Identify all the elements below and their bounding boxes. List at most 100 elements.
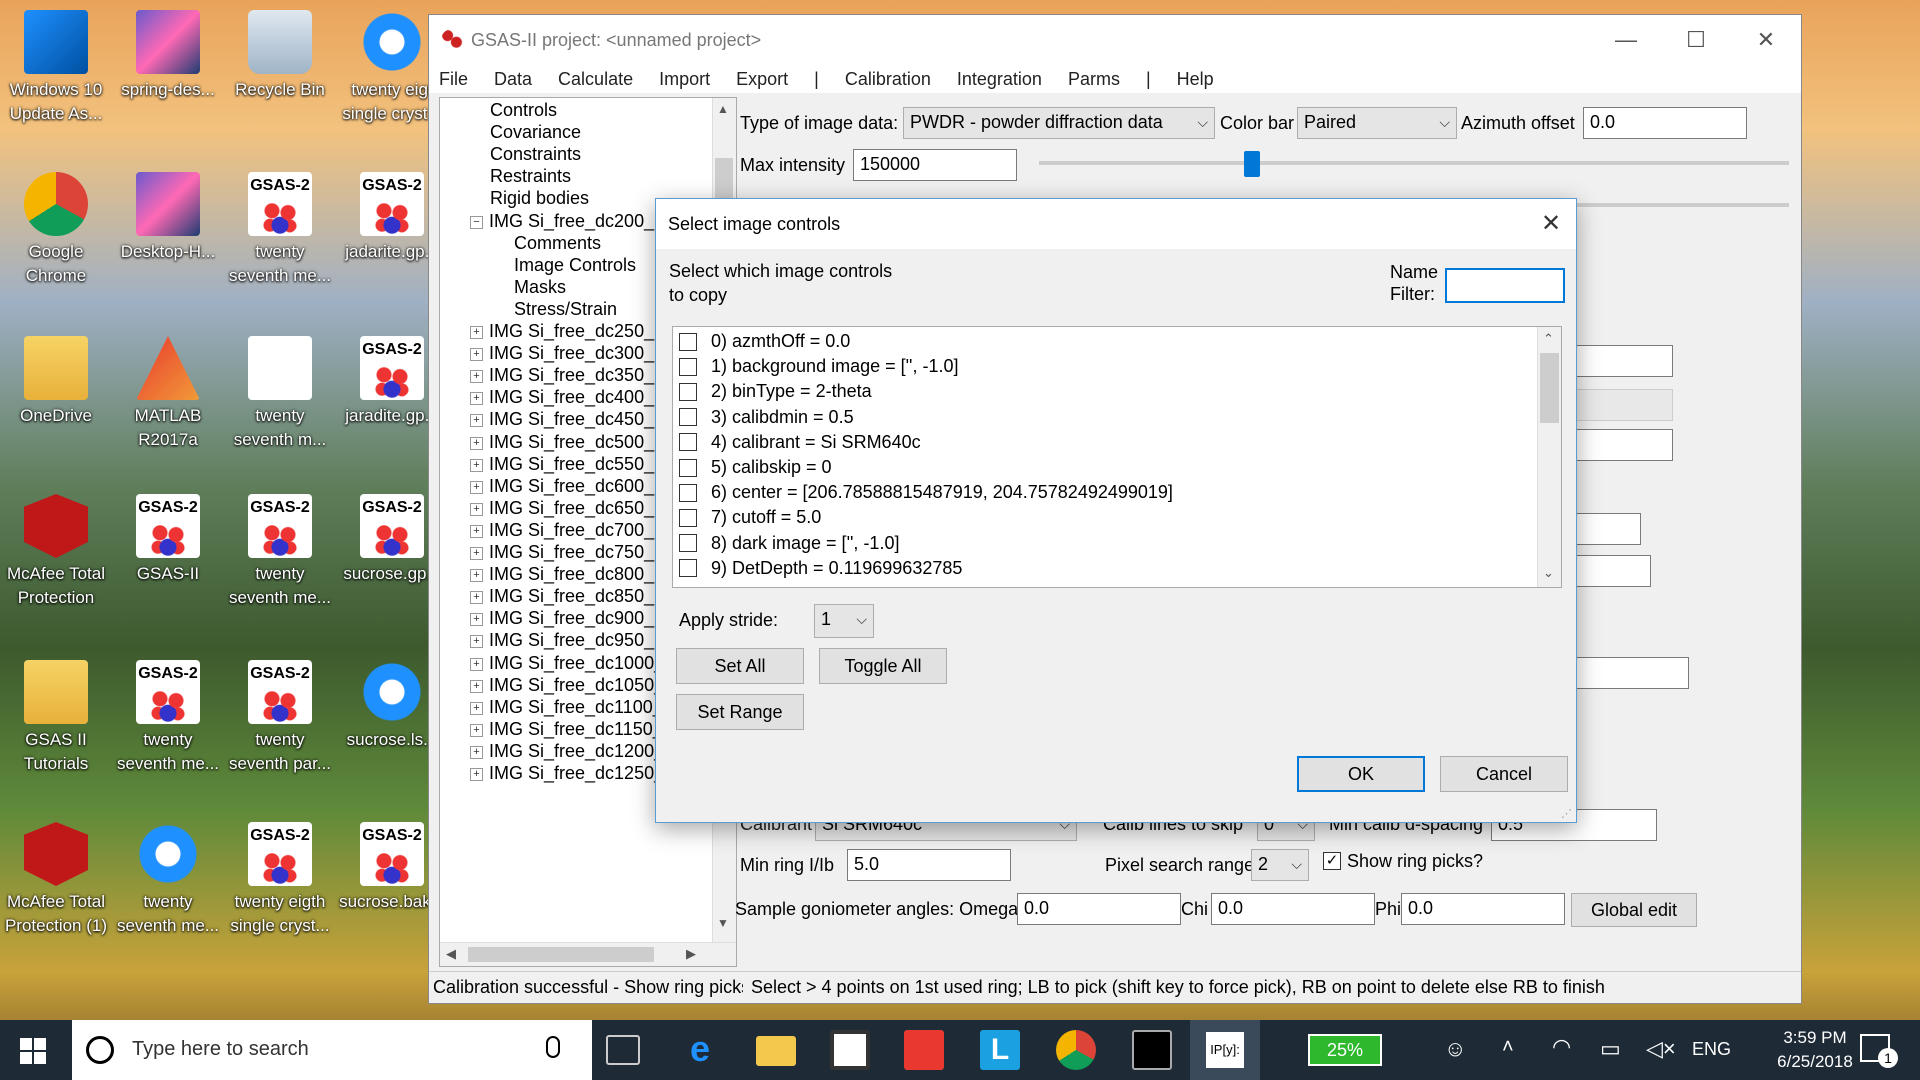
tree-item[interactable]: + IMG Si_free_dc450_1 [470,409,664,430]
expand-icon[interactable]: + [470,635,483,649]
tree-item[interactable]: Masks [514,277,566,298]
tree-item[interactable]: + IMG Si_free_dc950_1 [470,630,664,651]
expand-icon[interactable]: + [470,591,483,605]
checklist-item[interactable]: 1) background image = ['', -1.0] [677,356,959,377]
expand-icon[interactable]: + [470,348,483,362]
taskbar-search-box[interactable]: Type here to search [72,1020,592,1080]
checklist-scroll-thumb[interactable] [1540,353,1559,423]
checklist-item[interactable]: 8) dark image = ['', -1.0] [677,533,899,554]
checklist-checkbox[interactable] [679,433,697,452]
tree-horizontal-scrollbar[interactable]: ◀ ▶ [440,942,736,966]
resize-grip-icon[interactable]: ⋰ [1561,807,1572,820]
expand-icon[interactable]: + [470,613,483,627]
obscured-field[interactable] [1569,345,1673,377]
tree-item[interactable]: Image Controls [514,255,636,276]
menu-calibration[interactable]: Calibration [845,69,931,90]
tree-item[interactable]: + IMG Si_free_dc650_1 [470,498,664,519]
scroll-left-icon[interactable]: ◀ [446,946,456,962]
tree-item[interactable]: + IMG Si_free_dc250_1 [470,321,664,342]
edge-icon[interactable]: e [680,1030,720,1070]
desktop-icon[interactable]: Desktop-H... [114,172,222,264]
checklist-checkbox[interactable] [679,534,697,553]
expand-icon[interactable]: + [470,679,483,693]
global-edit-button[interactable]: Global edit [1571,893,1697,927]
desktop-icon[interactable]: Windows 10 Update As... [2,10,110,126]
name-filter-input[interactable] [1445,268,1565,303]
phi-input[interactable]: 0.0 [1401,893,1565,925]
maximize-button[interactable]: ☐ [1661,15,1731,65]
clock[interactable]: 3:59 PM 6/25/2018 [1760,1026,1870,1074]
checklist-checkbox[interactable] [679,357,697,376]
checklist-item[interactable]: 5) calibskip = 0 [677,457,832,478]
expand-icon[interactable]: + [470,414,483,428]
checklist-item[interactable]: 9) DetDepth = 0.119699632785 [677,558,962,579]
checklist-checkbox[interactable] [679,458,697,477]
expand-icon[interactable]: + [470,436,483,450]
desktop-icon[interactable]: MATLAB R2017a [114,336,222,452]
desktop-icon[interactable]: OneDrive [2,336,110,428]
store-icon[interactable] [830,1030,870,1070]
tree-item[interactable]: + IMG Si_free_dc550_1 [470,454,664,475]
tree-item[interactable]: + IMG Si_free_dc850_1 [470,586,664,607]
tree-item[interactable]: Comments [514,233,601,254]
language-indicator[interactable]: ENG [1692,1039,1731,1060]
desktop-icon[interactable]: Google Chrome [2,172,110,288]
scroll-down-icon[interactable]: ▼ [717,916,729,930]
tree-item[interactable]: + IMG Si_free_dc1000_ [470,653,664,674]
show-ring-picks-checkbox[interactable]: ✓ [1323,852,1341,870]
set-all-button[interactable]: Set All [676,648,804,684]
menu-help[interactable]: Help [1177,69,1214,90]
toggle-all-button[interactable]: Toggle All [819,648,947,684]
tree-hscroll-thumb[interactable] [468,947,654,962]
expand-icon[interactable]: + [470,502,483,516]
expand-icon[interactable]: + [470,657,483,671]
wifi-icon[interactable]: ◠ [1552,1034,1571,1060]
menu-integration[interactable]: Integration [957,69,1042,90]
checklist-checkbox[interactable] [679,382,697,401]
expand-icon[interactable]: + [470,392,483,406]
lync-icon[interactable]: L [980,1030,1020,1070]
pixel-search-select[interactable]: 2 ⌵ [1251,849,1309,881]
expand-icon[interactable]: + [470,768,483,781]
menu-import[interactable]: Import [659,69,710,90]
tree-item[interactable]: − IMG Si_free_dc200_1 [470,211,664,232]
tree-item[interactable]: Restraints [490,166,571,187]
checklist-item[interactable]: 4) calibrant = Si SRM640c [677,432,921,453]
chrome-taskbar-icon[interactable] [1056,1030,1096,1070]
close-button[interactable]: ✕ [1731,15,1801,65]
desktop-icon[interactable]: Recycle Bin [226,10,334,102]
obscured-field[interactable] [1569,657,1689,689]
obscured-field[interactable] [1569,513,1641,545]
collapse-icon[interactable]: − [470,215,483,229]
minimize-button[interactable]: — [1591,15,1661,65]
desktop-icon[interactable]: GSAS-2 GSAS-II [114,494,222,586]
expand-icon[interactable]: + [470,326,483,339]
checklist-checkbox[interactable] [679,508,697,527]
menu-export[interactable]: Export [736,69,788,90]
volume-muted-icon[interactable]: ◁× [1646,1036,1676,1062]
checklist-item[interactable]: 7) cutoff = 5.0 [677,507,821,528]
expand-icon[interactable]: + [470,524,483,538]
tree-item[interactable]: Controls [490,100,557,121]
colorbar-select[interactable]: Paired ⌵ [1297,107,1457,139]
menu-file[interactable]: File [439,69,468,90]
desktop-icon[interactable]: GSAS-2 twenty seventh par... [226,660,334,776]
expand-icon[interactable]: + [470,480,483,494]
action-center-icon[interactable]: 1 [1860,1034,1898,1068]
start-windows-icon[interactable] [20,1038,46,1064]
tree-item[interactable]: + IMG Si_free_dc400_1 [470,387,664,408]
tree-item[interactable]: Constraints [490,144,581,165]
scroll-up-icon[interactable]: ▲ [717,102,729,116]
checklist-checkbox[interactable] [679,483,697,502]
expand-icon[interactable]: + [470,723,483,737]
battery-meter[interactable]: 25% [1308,1034,1382,1066]
expand-icon[interactable]: + [470,547,483,560]
tree-item[interactable]: + IMG Si_free_dc1050_ [470,675,664,696]
desktop-icon[interactable]: GSAS-2 twenty seventh me... [226,494,334,610]
obscured-field[interactable] [1569,429,1673,461]
menu-data[interactable]: Data [494,69,532,90]
file-explorer-icon[interactable] [756,1036,796,1066]
checklist-scrollbar[interactable]: ⌃ ⌄ [1537,327,1561,587]
tree-item[interactable]: + IMG Si_free_dc500_1 [470,432,664,453]
people-icon[interactable]: ☺ [1444,1036,1466,1062]
